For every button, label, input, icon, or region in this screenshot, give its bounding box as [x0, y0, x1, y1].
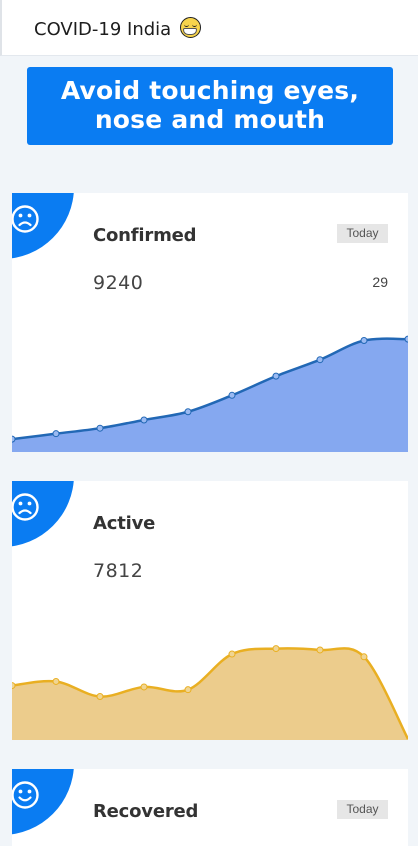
confirmed-count: 9240	[93, 272, 144, 294]
confirmed-card: Confirmed Today 9240 29	[12, 193, 408, 452]
confirmed-data-point[interactable]	[272, 372, 280, 380]
active-data-point[interactable]	[316, 646, 324, 654]
active-data-point[interactable]	[360, 653, 368, 661]
active-count: 7812	[93, 560, 144, 582]
confirmed-data-point[interactable]	[96, 424, 104, 432]
confirmed-data-point[interactable]	[404, 335, 408, 343]
active-data-point[interactable]	[140, 683, 148, 691]
confirmed-area-fill	[12, 338, 408, 452]
active-data-point[interactable]	[12, 682, 16, 690]
app-title-text: COVID-19 India	[34, 19, 172, 40]
app-header: COVID-19 India	[0, 0, 418, 56]
active-data-point[interactable]	[228, 650, 236, 658]
smile-face-icon	[12, 781, 39, 809]
active-data-point[interactable]	[272, 645, 280, 653]
confirmed-chart	[12, 335, 408, 452]
confirmed-data-point[interactable]	[184, 408, 192, 416]
card-title-confirmed: Confirmed	[93, 225, 197, 246]
card-title-recovered: Recovered	[93, 801, 199, 822]
today-badge[interactable]: Today	[337, 800, 388, 819]
confirmed-data-point[interactable]	[12, 435, 16, 443]
confirmed-data-point[interactable]	[316, 356, 324, 364]
active-card: Active 7812	[12, 481, 408, 740]
card-icon-badge	[12, 769, 74, 835]
confirmed-data-point[interactable]	[360, 337, 368, 345]
sad-face-icon	[12, 493, 39, 521]
app-title: COVID-19 India	[34, 17, 201, 40]
confirmed-data-point[interactable]	[140, 416, 148, 424]
card-title-active: Active	[93, 513, 156, 534]
active-data-point[interactable]	[96, 693, 104, 701]
active-data-point[interactable]	[184, 686, 192, 694]
card-icon-badge	[12, 481, 74, 547]
card-icon-badge	[12, 193, 74, 259]
today-badge[interactable]: Today	[337, 224, 388, 243]
active-data-point[interactable]	[52, 677, 60, 685]
confirmed-data-point[interactable]	[228, 391, 236, 399]
advice-banner: Avoid touching eyes, nose and mouth	[27, 67, 393, 145]
confirmed-data-point[interactable]	[52, 430, 60, 438]
mask-face-icon	[179, 17, 201, 38]
active-area-fill	[12, 648, 408, 740]
sad-face-icon	[12, 205, 39, 233]
active-chart	[12, 645, 408, 740]
recovered-card: Recovered Today	[12, 769, 408, 846]
confirmed-delta: 29	[372, 274, 388, 290]
